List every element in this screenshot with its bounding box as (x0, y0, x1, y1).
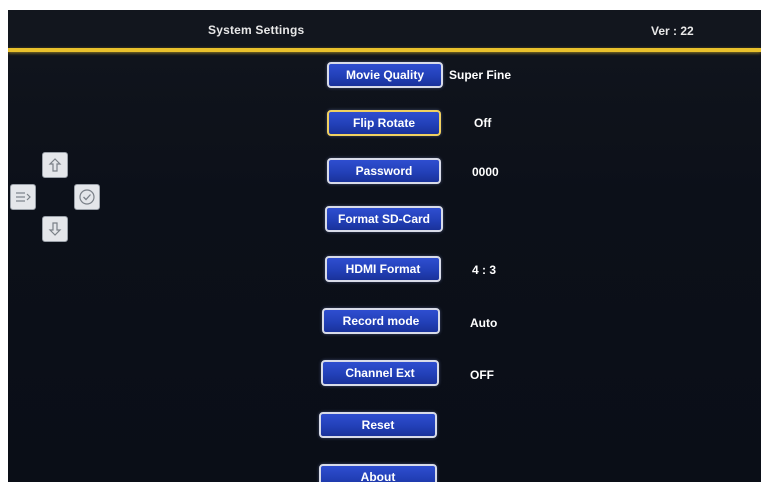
down-arrow-icon (48, 222, 62, 236)
format-sd-card-button[interactable]: Format SD-Card (325, 206, 443, 232)
password-value: 0000 (472, 165, 499, 179)
nav-ok-key[interactable] (74, 184, 100, 210)
hdmi-format-button[interactable]: HDMI Format (325, 256, 441, 282)
flip-rotate-button[interactable]: Flip Rotate (327, 110, 441, 136)
channel-ext-value: OFF (470, 368, 494, 382)
header-divider (8, 48, 761, 52)
nav-up-key[interactable] (42, 152, 68, 178)
password-button[interactable]: Password (327, 158, 441, 184)
version-label: Ver : 22 (651, 24, 694, 38)
up-arrow-icon (48, 158, 62, 172)
channel-ext-button[interactable]: Channel Ext (321, 360, 439, 386)
settings-screen: System Settings Ver : 22 Movie Quality S… (8, 10, 761, 482)
header-bar: System Settings Ver : 22 (8, 10, 761, 48)
about-button[interactable]: About (319, 464, 437, 482)
record-mode-button[interactable]: Record mode (322, 308, 440, 334)
hdmi-format-value: 4 : 3 (472, 263, 497, 277)
reset-button[interactable]: Reset (319, 412, 437, 438)
record-mode-value: Auto (470, 316, 498, 330)
check-icon (79, 189, 95, 205)
movie-quality-value: Super Fine (449, 68, 512, 82)
movie-quality-button[interactable]: Movie Quality (327, 62, 443, 88)
menu-list-icon (16, 192, 31, 202)
nav-down-key[interactable] (42, 216, 68, 242)
nav-menu-key[interactable] (10, 184, 36, 210)
flip-rotate-value: Off (474, 116, 492, 130)
page-title: System Settings (208, 23, 305, 37)
